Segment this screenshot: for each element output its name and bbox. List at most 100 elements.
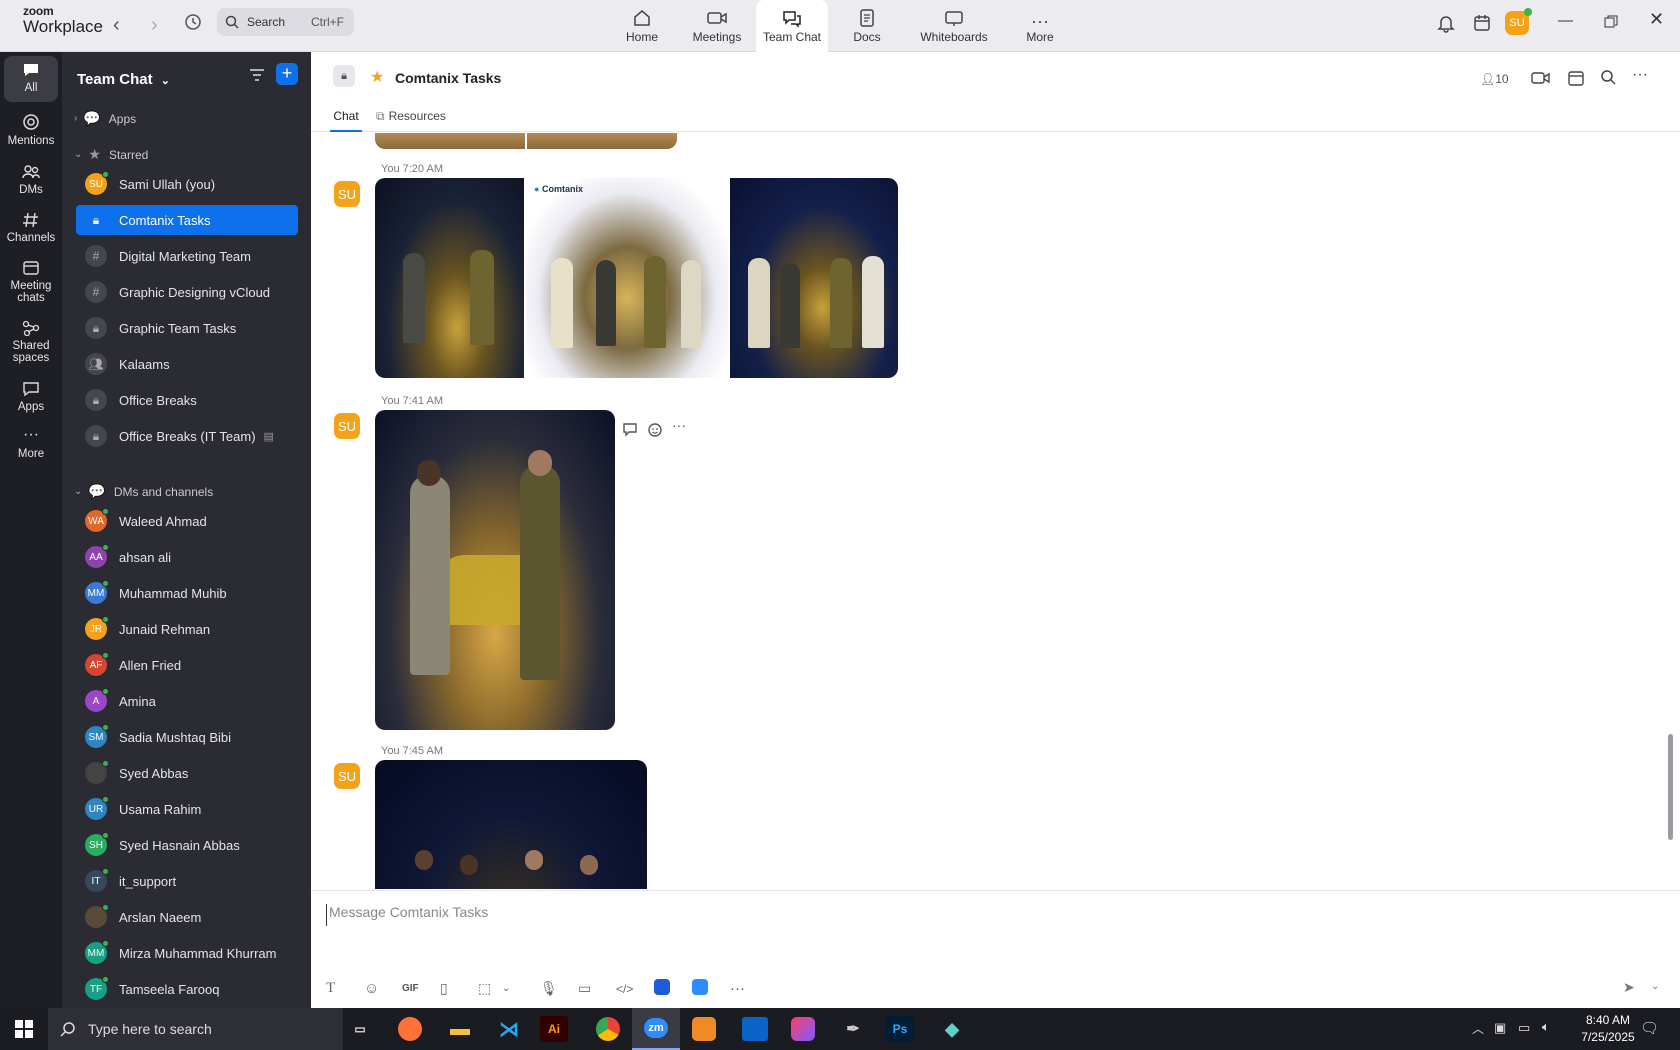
tray-device-icon[interactable]: ▣ bbox=[1494, 1020, 1506, 1036]
sidebar-item-dm[interactable]: SH Syed Hasnain Abbas bbox=[76, 830, 298, 860]
rail-apps[interactable]: Apps bbox=[4, 375, 58, 413]
sidebar-item-digital-marketing[interactable]: # Digital Marketing Team bbox=[76, 241, 298, 271]
creative-cloud-icon[interactable] bbox=[791, 1017, 815, 1041]
firefox-icon[interactable] bbox=[398, 1017, 422, 1041]
photoshop-icon[interactable]: Ps bbox=[886, 1016, 914, 1042]
app-integration-icon[interactable] bbox=[654, 979, 692, 998]
sidebar-item-dm[interactable]: Arslan Naeem bbox=[76, 902, 298, 932]
sidebar-item-dm[interactable]: JR Junaid Rehman bbox=[76, 614, 298, 644]
members-count[interactable]: 👤︎10 bbox=[1480, 72, 1509, 86]
tab-team-chat[interactable]: Team Chat bbox=[756, 0, 828, 52]
notification-center-icon[interactable]: 🗨︎ bbox=[1640, 1019, 1659, 1037]
tab-docs[interactable]: Docs bbox=[831, 0, 903, 52]
back-arrow-icon[interactable]: ‹ bbox=[113, 14, 120, 37]
photo-thumbnail[interactable] bbox=[375, 410, 615, 730]
photo-thumbnail[interactable] bbox=[375, 760, 647, 889]
photo-thumbnail[interactable] bbox=[730, 178, 898, 378]
sidebar-item-dm[interactable]: Syed Abbas bbox=[76, 758, 298, 788]
sidebar-item-dm[interactable]: AF Allen Fried bbox=[76, 650, 298, 680]
tab-whiteboards[interactable]: Whiteboards bbox=[918, 0, 990, 52]
photo-thumbnail[interactable] bbox=[527, 133, 677, 149]
send-icon[interactable]: ➤ bbox=[1623, 979, 1635, 996]
taskbar-search[interactable]: Type here to search bbox=[48, 1008, 343, 1050]
xampp-icon[interactable] bbox=[692, 1017, 716, 1041]
section-dms[interactable]: ⌄ 💬 DMs and channels bbox=[74, 483, 213, 500]
sidebar-item-dm[interactable]: SM Sadia Mushtaq Bibi bbox=[76, 722, 298, 752]
new-chat-button[interactable]: + bbox=[276, 63, 298, 85]
channel-title[interactable]: Comtanix Tasks bbox=[395, 70, 501, 86]
composer-more-icon[interactable]: ··· bbox=[730, 980, 768, 997]
minimize-icon[interactable]: — bbox=[1558, 12, 1573, 29]
scrollbar-thumb[interactable] bbox=[1668, 734, 1673, 840]
rail-dms[interactable]: DMs bbox=[4, 158, 58, 196]
rail-more[interactable]: ··· More bbox=[4, 422, 58, 461]
tray-chevron-up-icon[interactable]: ︿ bbox=[1472, 1020, 1484, 1037]
code-snippet-icon[interactable]: </> bbox=[616, 982, 654, 996]
star-icon[interactable]: ★ bbox=[370, 67, 384, 87]
bell-icon[interactable] bbox=[1436, 13, 1456, 33]
rail-meeting-chats[interactable]: Meeting chats bbox=[4, 254, 58, 304]
user-avatar[interactable]: SU bbox=[1505, 8, 1532, 35]
section-apps[interactable]: › 💬 Apps bbox=[74, 110, 136, 127]
section-starred[interactable]: ⌄ ★ Starred bbox=[74, 146, 148, 163]
calendar-icon[interactable] bbox=[1567, 69, 1585, 87]
illustrator-icon[interactable]: Ai bbox=[540, 1016, 568, 1042]
photo-thumbnail[interactable] bbox=[375, 178, 524, 378]
file-explorer-icon[interactable]: ▬ bbox=[443, 1014, 477, 1044]
tab-home[interactable]: Home bbox=[606, 0, 678, 52]
sidebar-item-dm[interactable]: TF Tamseela Farooq bbox=[76, 974, 298, 1004]
zoom-taskbar-button[interactable]: zm bbox=[632, 1008, 680, 1050]
search-input[interactable]: Search Ctrl+F bbox=[217, 8, 354, 36]
app-diamond-icon[interactable]: ◆ bbox=[935, 1014, 969, 1044]
emoji-icon[interactable]: ☺ bbox=[364, 980, 402, 997]
sidebar-title[interactable]: Team Chat ⌄ bbox=[77, 71, 170, 88]
forward-arrow-icon[interactable]: › bbox=[151, 14, 158, 37]
sender-avatar[interactable]: SU bbox=[334, 763, 360, 789]
emoji-reaction-icon[interactable] bbox=[647, 421, 665, 439]
tab-more[interactable]: ··· More bbox=[1004, 0, 1076, 52]
sidebar-item-comtanix-tasks[interactable]: 🔒︎ Comtanix Tasks bbox=[76, 205, 298, 235]
message-input[interactable]: Message Comtanix Tasks bbox=[326, 904, 1426, 926]
history-icon[interactable] bbox=[183, 12, 203, 32]
sidebar-item-graphic-designing[interactable]: # Graphic Designing vCloud bbox=[76, 277, 298, 307]
photo-thumbnail[interactable]: ● Comtanix bbox=[526, 178, 728, 378]
filter-icon[interactable] bbox=[248, 67, 266, 83]
sidebar-item-graphic-team-tasks[interactable]: 🔒︎ Graphic Team Tasks bbox=[76, 313, 298, 343]
calendar-icon[interactable] bbox=[1472, 13, 1492, 33]
chevron-down-icon[interactable]: ⌄ bbox=[502, 983, 540, 994]
microphone-icon[interactable]: 🎙︎ bbox=[540, 980, 578, 997]
tab-resources[interactable]: ⧉ Resources bbox=[376, 109, 446, 124]
task-view-icon[interactable]: ▭ bbox=[343, 1014, 377, 1044]
pen-tool-icon[interactable]: ✒ bbox=[836, 1014, 870, 1044]
restore-icon[interactable] bbox=[1604, 15, 1618, 29]
gif-button[interactable]: GIF bbox=[402, 983, 440, 994]
sidebar-item-dm[interactable]: MM Mirza Muhammad Khurram bbox=[76, 938, 298, 968]
reply-thread-icon[interactable] bbox=[622, 422, 640, 438]
sidebar-item-dm[interactable]: UR Usama Rahim bbox=[76, 794, 298, 824]
rail-all[interactable]: All bbox=[4, 56, 58, 102]
volume-icon[interactable]: 🔈︎ bbox=[1542, 1019, 1550, 1035]
outlook-icon[interactable] bbox=[742, 1017, 768, 1041]
search-icon[interactable] bbox=[1600, 69, 1618, 87]
sidebar-item-dm[interactable]: IT it_support bbox=[76, 866, 298, 896]
attach-file-icon[interactable]: ▯ bbox=[440, 980, 478, 997]
photo-thumbnail[interactable] bbox=[375, 133, 525, 149]
rail-mentions[interactable]: Mentions bbox=[4, 107, 58, 147]
sidebar-item-dm[interactable]: A Amina bbox=[76, 686, 298, 716]
sender-avatar[interactable]: SU bbox=[334, 413, 360, 439]
windows-start-icon[interactable] bbox=[15, 1020, 33, 1038]
rail-shared-spaces[interactable]: Shared spaces bbox=[4, 314, 58, 364]
close-icon[interactable]: ✕ bbox=[1649, 9, 1664, 30]
sidebar-item-sami-ullah[interactable]: SU Sami Ullah (you) bbox=[76, 169, 298, 199]
chrome-icon[interactable] bbox=[596, 1017, 620, 1041]
tab-meetings[interactable]: Meetings bbox=[681, 0, 753, 52]
text-format-icon[interactable]: T bbox=[326, 980, 364, 997]
sidebar-item-dm[interactable]: MM Muhammad Muhib bbox=[76, 578, 298, 608]
rail-channels[interactable]: Channels bbox=[4, 206, 58, 244]
message-more-icon[interactable]: ··· bbox=[672, 417, 686, 433]
more-options-icon[interactable]: ··· bbox=[1632, 66, 1648, 84]
sidebar-item-dm[interactable]: AA ahsan ali bbox=[76, 542, 298, 572]
vscode-icon[interactable]: ⋊ bbox=[492, 1014, 526, 1044]
video-message-icon[interactable]: ▭ bbox=[578, 980, 616, 997]
sidebar-item-office-breaks[interactable]: 🔒︎ Office Breaks bbox=[76, 385, 298, 415]
